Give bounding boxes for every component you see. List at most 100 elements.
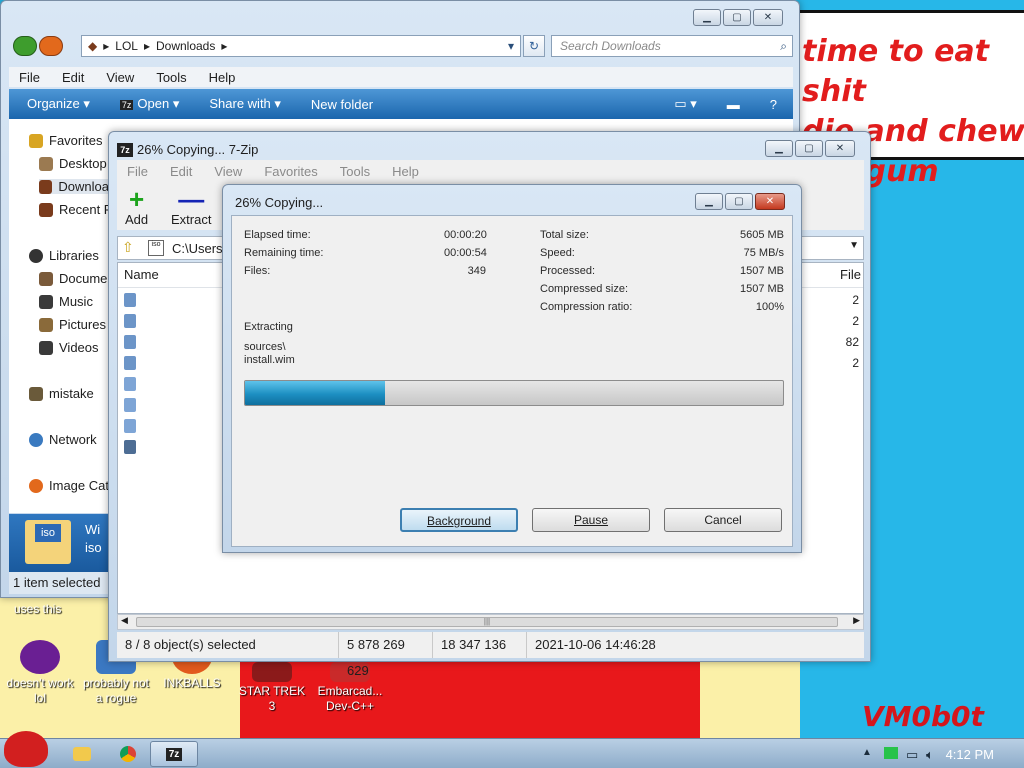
menu-help[interactable]: Help [392,164,419,179]
plus-icon: + [128,184,145,214]
refresh-button[interactable]: ↻ [523,35,545,57]
horizontal-scrollbar[interactable]: ◀ ||| ▶ [117,614,864,630]
nav-libraries[interactable]: Libraries [29,248,99,263]
breadcrumb-separator-icon: ▸ [143,39,150,53]
column-name[interactable]: Name [124,263,159,287]
taskbar-explorer[interactable] [58,741,106,767]
nav-videos[interactable]: Videos [39,340,99,355]
taskbar-7zip[interactable]: 7z [150,741,198,767]
search-input[interactable]: Search Downloads ⌕ [551,35,793,57]
star-icon [29,133,43,148]
network-tray-icon[interactable]: ▭ [906,747,918,763]
breadcrumb-lol[interactable]: LOL [115,39,138,53]
show-hidden-icons-icon[interactable]: ▲ [862,747,872,758]
view-options-icon[interactable]: ▭ ▾ [674,96,696,112]
file-icon[interactable] [124,419,136,433]
file-size-cell: 82 [845,335,859,349]
7zip-icon: 7z [119,100,134,110]
nav-documents[interactable]: Docume [39,271,107,286]
scroll-right-icon[interactable]: ▶ [853,615,860,626]
address-bar[interactable]: ◆ ▸ LOL ▸ Downloads ▸ ▾ [81,35,521,57]
menu-file[interactable]: File [19,70,40,85]
start-button-angry-bird-icon[interactable] [4,731,48,767]
folder-icon[interactable] [124,335,136,349]
desktop-icon-yahoo[interactable]: doesn't work lol [2,640,78,706]
total-size-value: 5605 MB [739,229,784,241]
maximize-button[interactable]: ▢ [725,193,753,210]
explorer-menubar: File Edit View Tools Help [9,67,793,87]
breadcrumb-downloads[interactable]: Downloads [156,39,215,53]
share-with-button[interactable]: Share with ▾ [209,96,281,112]
menu-view[interactable]: View [106,70,134,85]
menu-tools[interactable]: Tools [156,70,186,85]
pause-button[interactable]: Pause [532,508,650,532]
column-file[interactable]: File [840,263,861,287]
background-button[interactable]: Background [400,508,518,532]
file-icon[interactable] [124,377,136,391]
close-button[interactable]: ✕ [753,9,783,26]
nav-downloads[interactable]: Downloa [39,179,109,194]
menu-help[interactable]: Help [209,70,236,85]
file-icon[interactable] [124,398,136,412]
nav-homegroup[interactable]: mistake [29,386,94,401]
image-catalog-icon [29,478,43,493]
folder-icon[interactable] [124,293,136,307]
maximize-button[interactable]: ▢ [723,9,751,26]
folder-icon[interactable] [124,314,136,328]
libraries-icon [29,248,43,263]
desktop-icon-star-trek[interactable]: STAR TREK 3 [234,662,310,714]
organize-button[interactable]: Organize ▾ [27,96,90,112]
forward-button[interactable] [39,36,63,56]
processed-value: 1507 MB [739,265,784,277]
nav-recent-places[interactable]: Recent P [39,202,112,217]
breadcrumb-separator-icon: ▸ [221,39,228,53]
nav-desktop[interactable]: Desktop [39,156,107,171]
volume-icon[interactable]: 🔈︎ [926,747,934,763]
menu-edit[interactable]: Edit [170,164,192,179]
nav-pictures[interactable]: Pictures [39,317,106,332]
close-button[interactable]: ✕ [825,140,855,157]
menu-file[interactable]: File [127,164,148,179]
minimize-button[interactable]: ▁ [695,193,723,210]
nav-network[interactable]: Network [29,432,97,447]
add-button[interactable]: + Add [125,186,148,227]
action-center-icon[interactable] [884,747,898,759]
cancel-button[interactable]: Cancel [664,508,782,532]
menu-tools[interactable]: Tools [340,164,370,179]
menu-favorites[interactable]: Favorites [264,164,317,179]
minimize-button[interactable]: ▁ [765,140,793,157]
address-dropdown-icon[interactable]: ▾ [508,39,514,53]
new-folder-button[interactable]: New folder [311,97,373,112]
maximize-button[interactable]: ▢ [795,140,823,157]
file-size-cell: 2 [852,293,859,307]
processed-label: Processed: [540,265,596,277]
taskbar-chrome[interactable] [104,741,152,767]
image-file-icon[interactable] [124,440,136,454]
preview-pane-icon[interactable]: ▬ [727,97,740,112]
menu-edit[interactable]: Edit [62,70,84,85]
clock[interactable]: 4:12 PM [946,747,994,762]
open-button[interactable]: 7z Open ▾ [119,96,179,112]
videos-icon [39,340,53,355]
watermark-text: VM0b0t [862,700,984,733]
speed-value: 75 MB/s [743,247,784,259]
folder-icon[interactable] [124,356,136,370]
scrollbar-thumb[interactable]: ||| [136,617,838,627]
close-button[interactable]: ✕ [755,193,785,210]
nav-music[interactable]: Music [39,294,93,309]
path-dropdown-icon[interactable]: ▼ [849,240,859,251]
extract-button[interactable]: — Extract [171,186,211,227]
nav-favorites[interactable]: Favorites [29,133,102,148]
compression-ratio-value: 100% [755,301,784,313]
back-button[interactable] [13,36,37,56]
desktop-caption: uses this [14,602,62,616]
scroll-left-icon[interactable]: ◀ [121,615,128,626]
menu-view[interactable]: View [214,164,242,179]
help-icon[interactable]: ? [770,97,777,112]
nav-image-catalog[interactable]: Image Cat [29,478,109,493]
explorer-icon [73,747,91,761]
minimize-button[interactable]: ▁ [693,9,721,26]
7zip-caption-buttons: ▁ ▢ ✕ [765,140,855,157]
up-folder-icon[interactable]: ⇧ [122,239,134,256]
yahoo-messenger-icon [20,640,60,674]
